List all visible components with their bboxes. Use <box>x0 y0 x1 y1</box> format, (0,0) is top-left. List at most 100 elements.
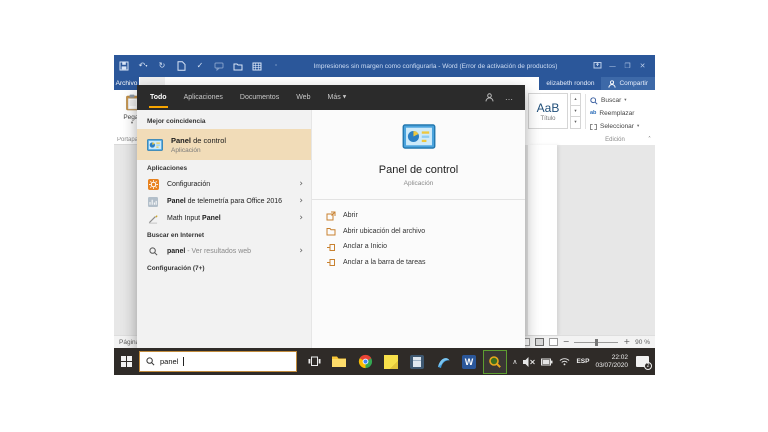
file-explorer-icon <box>331 355 347 368</box>
feedback-icon[interactable] <box>485 93 494 102</box>
print-layout-icon[interactable] <box>535 338 544 346</box>
volume-muted-icon[interactable] <box>523 357 535 367</box>
action-anclar-inicio[interactable]: Anclar a Inicio <box>312 239 525 255</box>
style-name-label: Título <box>540 116 555 122</box>
search-icon <box>590 97 598 105</box>
close-button[interactable]: ✕ <box>635 62 650 70</box>
taskbar-app-chrome[interactable] <box>352 348 378 375</box>
action-anclar-barra[interactable]: Anclar a la barra de tareas <box>312 255 525 271</box>
tab-archivo[interactable]: Archivo <box>114 77 139 90</box>
zoom-slider[interactable] <box>574 342 618 343</box>
best-match-title-bold: Panel <box>171 136 191 145</box>
table-icon[interactable] <box>252 61 262 71</box>
wifi-icon[interactable] <box>559 357 570 366</box>
chevron-right-icon[interactable]: › <box>299 247 303 256</box>
action-label: Anclar a Inicio <box>343 243 387 250</box>
chevron-right-icon[interactable]: › <box>299 197 303 206</box>
task-view-icon <box>308 356 321 367</box>
taskbar-app-calculator[interactable] <box>404 348 430 375</box>
tab-mas-label: Más <box>327 94 340 101</box>
best-match-title-rest: de control <box>191 136 226 145</box>
action-abrir-ubicacion[interactable]: Abrir ubicación del archivo <box>312 224 525 240</box>
search-detail-pane: Panel de control Aplicación Abrir Abrir … <box>311 110 525 348</box>
hidden-icons-chevron[interactable]: ∧ <box>512 358 517 366</box>
chevron-down-icon: ▼ <box>343 95 346 100</box>
tab-todo[interactable]: Todo <box>149 94 168 101</box>
zoom-in-button[interactable]: + <box>623 338 630 346</box>
style-sample-text: AaB <box>537 101 560 115</box>
settings-header[interactable]: Configuración (7+) <box>137 260 311 276</box>
find-button[interactable]: Buscar▾ <box>590 94 639 107</box>
action-label: Anclar a la barra de tareas <box>343 259 426 266</box>
item-text-bold: Panel <box>202 215 221 222</box>
chevron-right-icon[interactable]: › <box>299 180 303 189</box>
detail-separator <box>312 199 525 200</box>
taskbar-app-active[interactable] <box>482 348 508 375</box>
find-dropdown-icon: ▾ <box>624 98 626 103</box>
spelling-check-icon[interactable]: ✓ <box>195 61 205 71</box>
quick-access-toolbar: ↶▾ ↻ ✓ · <box>119 61 281 71</box>
taskbar-app-file-explorer[interactable] <box>326 348 352 375</box>
telemetry-panel-icon <box>148 197 158 207</box>
taskbar-app-paint3d[interactable] <box>430 348 456 375</box>
zoom-out-button[interactable]: − <box>563 338 570 346</box>
item-text-bold: Panel <box>167 198 186 205</box>
search-icon <box>146 357 155 366</box>
battery-icon[interactable] <box>541 358 553 366</box>
tab-mas[interactable]: Más▼ <box>326 94 347 101</box>
save-icon[interactable] <box>119 61 129 71</box>
redo-icon[interactable]: ↻ <box>157 61 167 71</box>
clock[interactable]: 22:02 03/07/2020 <box>595 354 628 370</box>
active-app-tile <box>483 350 507 374</box>
gallery-down-button[interactable]: ▾ <box>570 106 581 118</box>
gallery-up-button[interactable]: ▴ <box>570 93 581 106</box>
result-configuracion[interactable]: Configuración › <box>137 176 311 193</box>
web-search-header: Buscar en Internet <box>137 227 311 243</box>
zoom-level[interactable]: 90 % <box>635 339 650 346</box>
result-web-panel[interactable]: panel - Ver resultados web › <box>137 243 311 260</box>
taskbar-app-word[interactable]: W <box>456 348 482 375</box>
new-document-icon[interactable] <box>176 61 186 71</box>
action-center-icon[interactable]: 2 <box>636 356 649 367</box>
chevron-right-icon[interactable]: › <box>299 214 303 223</box>
task-view-button[interactable] <box>302 356 326 367</box>
more-options-icon[interactable]: … <box>505 93 513 102</box>
result-panel-telemetria[interactable]: Panel de telemetría para Office 2016 › <box>137 193 311 210</box>
language-indicator[interactable]: ESP <box>576 358 589 365</box>
apps-header: Aplicaciones <box>137 160 311 176</box>
collapse-ribbon-icon[interactable]: ˄ <box>648 136 651 143</box>
web-layout-icon[interactable] <box>549 338 558 346</box>
comment-icon[interactable] <box>214 61 224 71</box>
gallery-more-button[interactable]: ▾ <box>570 117 581 129</box>
taskbar-app-sticky-notes[interactable] <box>378 348 404 375</box>
replace-button[interactable]: ab Reemplazar <box>590 107 639 120</box>
result-math-input-panel[interactable]: Math Input Panel › <box>137 210 311 227</box>
taskbar-search-input[interactable]: panel <box>139 351 297 372</box>
math-input-panel-icon <box>148 214 158 224</box>
restore-button[interactable]: ❐ <box>620 62 635 70</box>
action-label: Abrir <box>343 212 358 219</box>
ribbon-display-options-icon[interactable] <box>590 61 605 71</box>
minimize-button[interactable]: — <box>605 62 620 70</box>
detail-title: Panel de control <box>312 164 525 176</box>
replace-icon: ab <box>590 111 596 117</box>
style-gallery-item-titulo[interactable]: AaB Título <box>528 93 568 129</box>
search-flyout-body: Mejor coincidencia Panel de control Apli… <box>137 110 525 348</box>
start-button[interactable] <box>114 348 139 375</box>
tab-web[interactable]: Web <box>295 94 311 101</box>
select-button[interactable]: Seleccionar▾ <box>590 120 639 133</box>
desktop-screen: ↶▾ ↻ ✓ · Impresiones sin margen como con… <box>114 55 655 375</box>
signed-in-user[interactable]: elizabeth rondon <box>539 77 601 90</box>
share-button[interactable]: Compartir <box>601 77 655 90</box>
qat-more-icon[interactable]: · <box>271 61 281 71</box>
open-folder-icon[interactable] <box>233 61 243 71</box>
zoom-slider-thumb[interactable] <box>595 339 598 346</box>
tab-aplicaciones[interactable]: Aplicaciones <box>183 94 224 101</box>
window-controls: — ❐ ✕ <box>590 61 650 71</box>
undo-icon[interactable]: ↶▾ <box>138 61 148 71</box>
select-label: Seleccionar <box>600 123 634 130</box>
best-match-item[interactable]: Panel de control Aplicación <box>137 129 311 160</box>
tab-documentos[interactable]: Documentos <box>239 94 280 101</box>
folder-location-icon <box>326 226 336 236</box>
action-abrir[interactable]: Abrir <box>312 208 525 224</box>
